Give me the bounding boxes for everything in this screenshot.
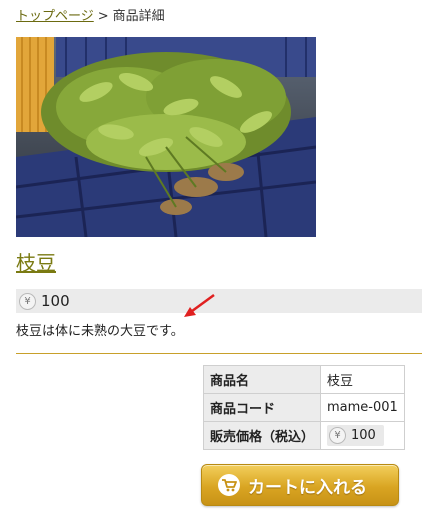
section-divider xyxy=(16,353,422,354)
edamame-photo xyxy=(16,37,316,237)
table-row: 商品コード mame-001 xyxy=(202,393,405,422)
yen-icon: ¥ xyxy=(329,427,347,444)
price-chip: ¥ 100 xyxy=(327,425,384,446)
yen-icon: ¥ xyxy=(19,292,36,310)
spec-value-price: ¥ 100 xyxy=(320,421,405,450)
product-detail-page: トップページ > 商品詳細 枝豆 ¥ 100 枝豆は体に未熟の大豆です。 商品名… xyxy=(0,0,422,519)
cart-icon xyxy=(218,474,240,496)
spec-label: 商品名 xyxy=(202,365,322,394)
breadcrumb-current: 商品詳細 xyxy=(112,9,165,24)
red-arrow-icon xyxy=(184,293,215,317)
table-row: 販売価格（税込） ¥ 100 xyxy=(202,421,405,450)
spec-label: 商品コード xyxy=(202,393,322,422)
breadcrumb-home-link[interactable]: トップページ xyxy=(16,9,94,24)
cart-button-label: カートに入れる xyxy=(248,477,367,498)
price-value: 100 xyxy=(351,428,376,443)
table-row: 商品名 枝豆 xyxy=(202,365,405,394)
spec-value: 枝豆 xyxy=(320,365,405,394)
product-description: 枝豆は体に未熟の大豆です。 xyxy=(16,324,184,339)
breadcrumb-separator: > xyxy=(97,9,109,24)
spec-label: 販売価格（税込） xyxy=(202,421,322,450)
price-value: 100 xyxy=(41,292,70,310)
spec-value: mame-001 xyxy=(320,393,405,422)
product-image xyxy=(16,37,316,237)
breadcrumb: トップページ > 商品詳細 xyxy=(16,9,165,25)
spec-table: 商品名 枝豆 商品コード mame-001 販売価格（税込） ¥ 100 xyxy=(202,365,405,450)
add-to-cart-button[interactable]: カートに入れる xyxy=(201,464,399,506)
product-title[interactable]: 枝豆 xyxy=(16,250,56,276)
